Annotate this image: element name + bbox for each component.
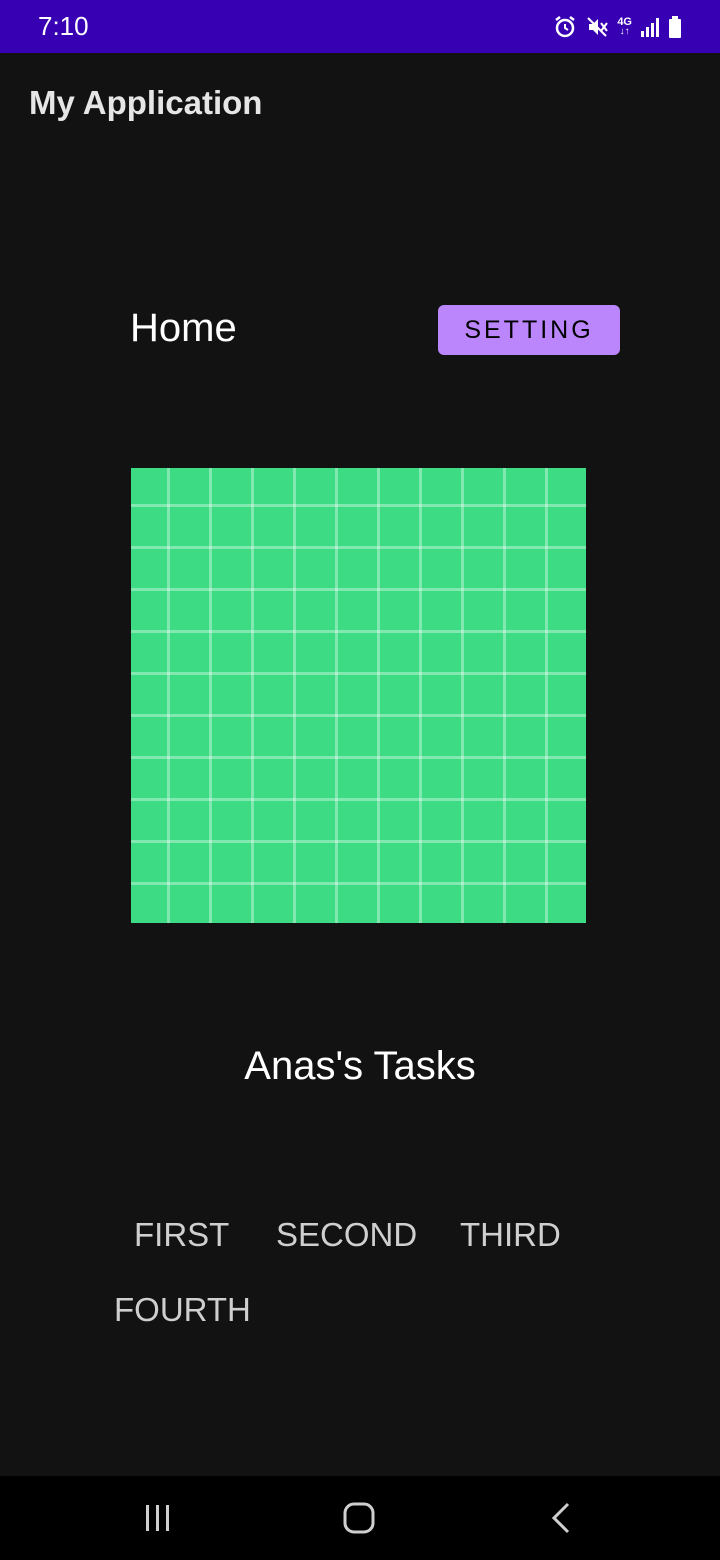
network-label: 4G	[617, 15, 632, 28]
fourth-button[interactable]: FOURTH	[114, 1291, 251, 1329]
first-button[interactable]: FIRST	[134, 1216, 229, 1254]
status-icons: 4G ↓↑	[553, 15, 682, 39]
second-button[interactable]: SECOND	[276, 1216, 417, 1254]
recents-icon	[146, 1505, 169, 1531]
tasks-title: Anas's Tasks	[244, 1044, 476, 1088]
setting-button[interactable]: SETTING	[438, 305, 620, 355]
battery-icon	[669, 15, 681, 38]
navigation-bar	[0, 1476, 720, 1560]
recents-button[interactable]	[108, 1476, 208, 1560]
network-4g-icon: 4G ↓↑	[617, 15, 632, 37]
status-time: 7:10	[38, 11, 89, 41]
status-bar: 7:10 4G ↓↑	[0, 0, 720, 53]
back-icon	[551, 1502, 570, 1534]
home-nav-button[interactable]	[309, 1476, 409, 1560]
app-bar: My Application	[0, 53, 720, 153]
alarm-icon	[555, 15, 576, 37]
placeholder-image	[131, 468, 586, 923]
third-button[interactable]: THIRD	[460, 1216, 561, 1254]
home-label: Home	[130, 306, 237, 350]
network-arrows: ↓↑	[619, 25, 630, 37]
home-nav-icon	[343, 1502, 375, 1534]
mute-icon	[587, 16, 609, 37]
back-button[interactable]	[511, 1476, 611, 1560]
signal-icon	[641, 17, 659, 37]
app-title: My Application	[29, 84, 263, 121]
